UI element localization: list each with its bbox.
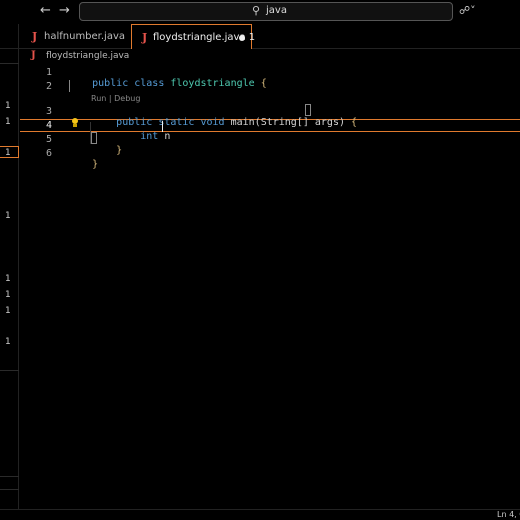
- line-number: 1: [45, 67, 52, 78]
- unsaved-dot-icon[interactable]: [239, 35, 245, 41]
- divider: [0, 63, 19, 64]
- panel-count: 1: [5, 101, 11, 111]
- panel-count: 1: [5, 274, 11, 284]
- divider: [0, 476, 19, 477]
- line-number: 3: [45, 106, 52, 117]
- java-file-icon: J: [142, 31, 148, 44]
- code-line-6: }: [68, 148, 98, 181]
- text-cursor: [162, 121, 163, 132]
- bracket-match-highlight: [305, 104, 311, 116]
- code-token: class: [134, 78, 171, 89]
- java-file-icon: J: [31, 50, 36, 61]
- panel-count: 1: [5, 337, 11, 347]
- arrow-right-icon[interactable]: →: [59, 3, 70, 19]
- code-token: }: [92, 159, 99, 170]
- panel-count: 1: [5, 290, 11, 300]
- tab-label: halfnumber.java: [44, 31, 126, 42]
- code-token: {: [260, 78, 267, 89]
- code-editor[interactable]: 1 2 Run | Debug 3 4 5 6 public class flo…: [20, 64, 520, 504]
- line-number: 5: [45, 134, 52, 145]
- editor-tabs: J halfnumber.java J floydstriangle.java …: [0, 24, 520, 49]
- code-token: void: [200, 117, 231, 128]
- code-token: public: [92, 78, 135, 89]
- divider: [0, 370, 19, 371]
- code-token: floydstriangle: [170, 78, 261, 89]
- java-file-icon: J: [32, 30, 38, 43]
- status-bar: Ln 4, C: [0, 509, 520, 520]
- panel-count: 1: [5, 211, 11, 221]
- command-center-search[interactable]: ⚲ java: [79, 2, 453, 21]
- tab-floydstriangle[interactable]: J floydstriangle.java 1: [131, 24, 255, 49]
- breadcrumb-label: floydstriangle.java: [46, 51, 130, 61]
- arrow-left-icon[interactable]: ←: [40, 3, 51, 19]
- panel-count: 1: [5, 117, 11, 127]
- code-line-1: public class floydstriangle {: [68, 67, 267, 100]
- left-panel: 1 1 1 1 1 1 1 1: [0, 49, 19, 509]
- copilot-icon[interactable]: ☍˅: [459, 4, 476, 17]
- search-icon: ⚲: [252, 4, 261, 17]
- title-bar: ← → ⚲ java ☍˅: [0, 0, 520, 24]
- cursor-position[interactable]: Ln 4, C: [497, 510, 520, 519]
- tab-halfnumber[interactable]: J halfnumber.java: [22, 24, 127, 49]
- code-token: n: [164, 131, 171, 142]
- panel-count: 1: [5, 148, 11, 158]
- line-number: 4: [45, 120, 52, 131]
- search-text: java: [266, 5, 287, 16]
- code-token: {: [351, 117, 358, 128]
- bracket-match-highlight: [91, 132, 97, 144]
- cursor-marker: [69, 80, 71, 92]
- panel-divider: [0, 24, 19, 49]
- line-number: 2: [45, 81, 52, 92]
- divider: [0, 489, 19, 490]
- code-token: main(String[] args): [230, 117, 352, 128]
- panel-count: 1: [5, 306, 11, 316]
- line-number: 6: [45, 148, 52, 159]
